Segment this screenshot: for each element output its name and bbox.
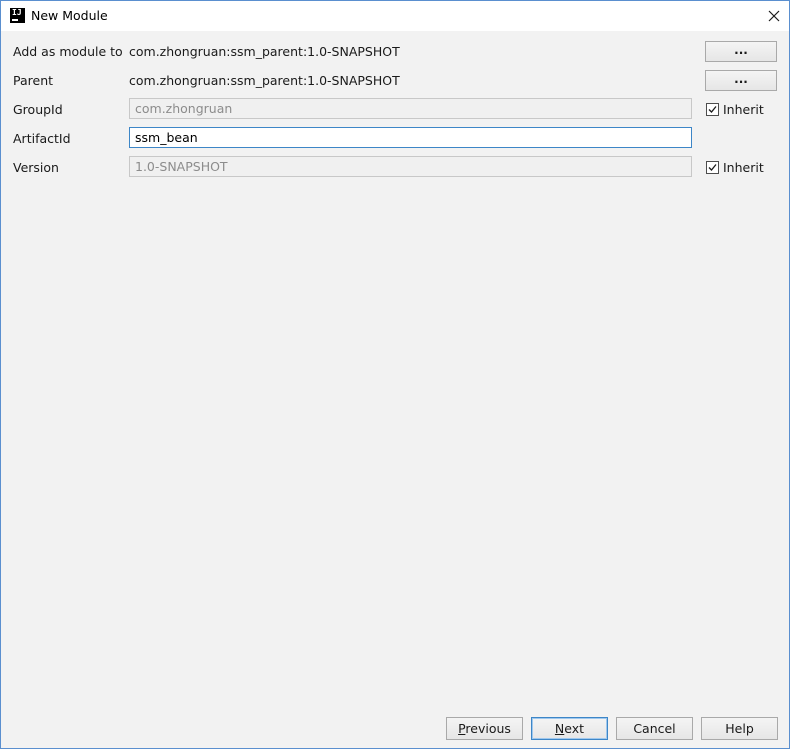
cancel-button[interactable]: Cancel <box>616 717 693 740</box>
add-as-module-label: Add as module to <box>13 44 123 59</box>
version-inherit-label: Inherit <box>723 159 764 175</box>
groupid-inherit-checkbox[interactable]: Inherit <box>706 101 764 117</box>
previous-button[interactable]: Previous <box>446 717 523 740</box>
groupid-label: GroupId <box>13 102 63 117</box>
previous-label: revious <box>465 721 511 736</box>
intellij-icon: IJ <box>10 8 25 23</box>
title-bar: IJ New Module <box>1 1 789 31</box>
close-icon <box>768 10 780 22</box>
help-button[interactable]: Help <box>701 717 778 740</box>
artifactid-label: ArtifactId <box>13 131 71 146</box>
parent-label: Parent <box>13 73 54 88</box>
parent-browse-button[interactable]: ... <box>705 70 777 91</box>
version-inherit-checkbox[interactable]: Inherit <box>706 159 764 175</box>
version-label: Version <box>13 160 59 175</box>
add-as-module-value: com.zhongruan:ssm_parent:1.0-SNAPSHOT <box>129 44 400 59</box>
checkmark-icon <box>708 105 717 113</box>
version-field[interactable] <box>129 156 692 177</box>
groupid-inherit-label: Inherit <box>723 101 764 117</box>
checkbox-box[interactable] <box>706 102 719 116</box>
parent-value: com.zhongruan:ssm_parent:1.0-SNAPSHOT <box>129 73 400 88</box>
artifactid-field[interactable] <box>129 127 692 148</box>
next-mnemonic: N <box>554 721 565 736</box>
next-label: ext <box>564 721 585 736</box>
close-button[interactable] <box>759 1 789 31</box>
window-title: New Module <box>31 8 108 23</box>
new-module-dialog: IJ New Module Add as module to com.zhong… <box>0 0 790 749</box>
checkbox-box[interactable] <box>706 160 719 174</box>
next-button[interactable]: Next <box>531 717 608 740</box>
checkmark-icon <box>708 163 717 171</box>
groupid-field[interactable] <box>129 98 692 119</box>
add-as-module-browse-button[interactable]: ... <box>705 41 777 62</box>
